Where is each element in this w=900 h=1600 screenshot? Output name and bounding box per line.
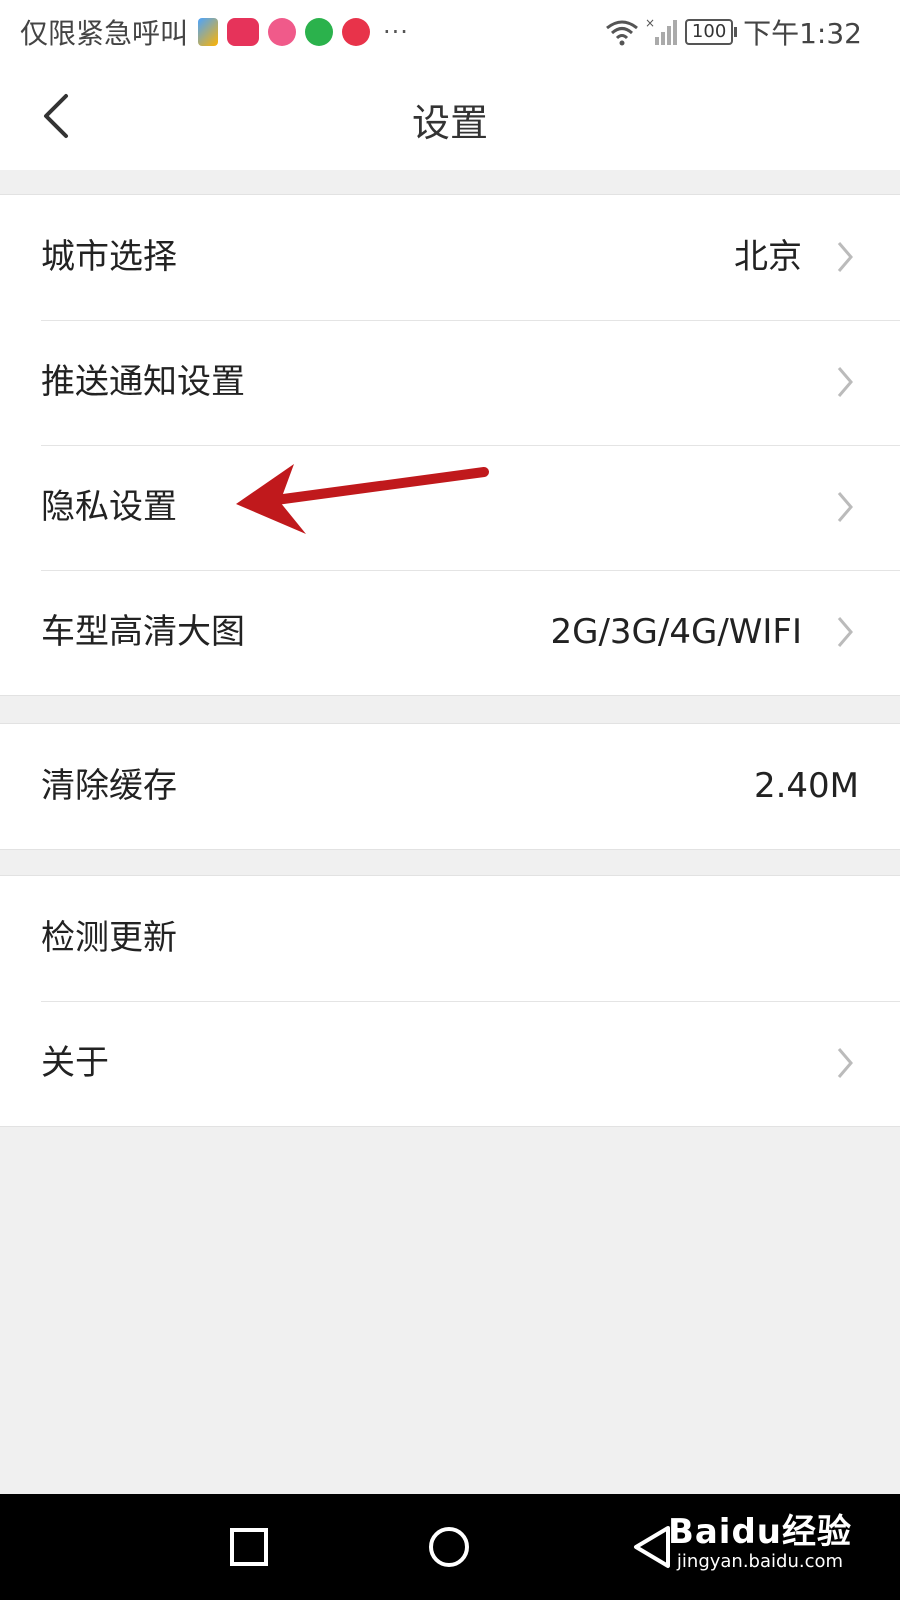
app-notification-icon [342, 18, 371, 46]
setting-row-city[interactable]: 城市选择 北京 [0, 195, 900, 320]
setting-row-about[interactable]: 关于 [0, 1001, 900, 1126]
more-notifications-icon: ··· [383, 18, 409, 46]
row-value: 2G/3G/4G/WIFI [550, 612, 802, 652]
page-title: 设置 [411, 101, 488, 145]
row-label: 推送通知设置 [41, 362, 245, 402]
chevron-right-icon [837, 242, 853, 272]
cache-size: 2.40M [753, 766, 859, 806]
status-bar: 仅限紧急呼叫 ··· × 100 下午1:32 [0, 0, 900, 62]
setting-row-clear-cache[interactable]: 清除缓存 2.40M [0, 724, 900, 849]
notification-icons: ··· [198, 18, 409, 46]
status-right: × 100 下午1:32 [605, 12, 862, 52]
settings-group-about: 检测更新 关于 [0, 875, 900, 1127]
row-label: 检测更新 [41, 918, 177, 958]
wifi-icon [606, 20, 639, 46]
status-left: 仅限紧急呼叫 ··· [20, 12, 409, 52]
app-notification-icon [305, 18, 334, 46]
app-notification-icon [227, 18, 260, 46]
chevron-right-icon [837, 492, 853, 522]
chevron-right-icon [837, 617, 853, 647]
row-label: 车型高清大图 [41, 612, 245, 652]
chevron-right-icon [837, 367, 853, 397]
row-value: 北京 [734, 237, 802, 277]
baidu-watermark: Baidu经验 jingyan.baidu.com [668, 1504, 852, 1572]
watermark-url: jingyan.baidu.com [676, 1551, 844, 1572]
setting-row-hd-images[interactable]: 车型高清大图 2G/3G/4G/WIFI [0, 570, 900, 695]
setting-row-check-update[interactable]: 检测更新 [0, 876, 900, 1001]
clock: 下午1:32 [743, 17, 862, 50]
signal-icon: × [645, 17, 678, 45]
chevron-right-icon [837, 1048, 853, 1078]
watermark-brand: Baidu经验 [667, 1512, 852, 1552]
setting-row-push-notifications[interactable]: 推送通知设置 [0, 320, 900, 445]
app-notification-icon [198, 18, 219, 46]
row-label: 清除缓存 [41, 766, 177, 806]
row-label: 隐私设置 [41, 487, 177, 527]
row-label: 关于 [41, 1043, 109, 1083]
battery-icon: 100 [685, 19, 738, 45]
header: 设置 [0, 62, 900, 170]
settings-group-cache: 清除缓存 2.40M [0, 723, 900, 850]
carrier-text: 仅限紧急呼叫 [20, 17, 189, 50]
recent-apps-icon[interactable] [226, 1524, 272, 1570]
annotation-arrow-icon [236, 464, 489, 534]
settings-group-general: 城市选择 北京 推送通知设置 隐私设置 车型高清大图 2G/3G/4G/WIFI [0, 194, 900, 696]
row-label: 城市选择 [41, 237, 177, 277]
svg-text:×: × [645, 17, 655, 30]
app-notification-icon [268, 18, 297, 46]
home-circle-icon[interactable] [426, 1524, 472, 1570]
